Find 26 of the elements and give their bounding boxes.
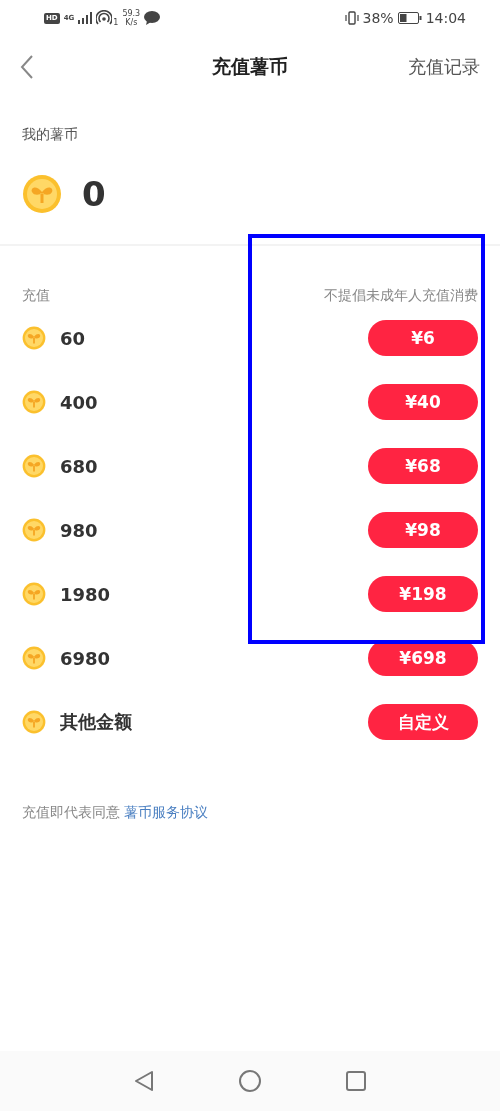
network-speed: 59.3 [122, 9, 141, 18]
hotspot-count: 1 [113, 18, 119, 27]
history-link[interactable]: 充值记录 [408, 55, 480, 79]
clock: 14:04 [425, 10, 466, 26]
coin-amount: 其他金额 [60, 710, 132, 734]
notice-text: 不提倡未成年人充值消费 [324, 287, 478, 305]
price-button[interactable]: ¥40 [368, 384, 478, 420]
balance-amount: 0 [82, 174, 106, 214]
price-button[interactable]: 自定义 [368, 704, 478, 740]
coin-amount: 60 [60, 327, 86, 349]
coin-amount: 680 [60, 455, 98, 477]
coin-amount: 980 [60, 519, 98, 541]
price-button[interactable]: ¥68 [368, 448, 478, 484]
price-button[interactable]: ¥98 [368, 512, 478, 548]
balance-label: 我的薯币 [22, 126, 79, 144]
price-button[interactable]: ¥198 [368, 576, 478, 612]
agreement-text: 充值即代表同意 薯币服务协议 [22, 804, 210, 822]
page-title: 充值薯币 [212, 54, 288, 79]
speed-unit: K/s [125, 18, 138, 27]
coin-amount: 6980 [60, 647, 111, 669]
agreement-link[interactable]: 薯币服务协议 [124, 804, 209, 820]
section-label: 充值 [22, 287, 50, 305]
battery-percent: 38% [362, 10, 394, 26]
coin-amount: 1980 [60, 583, 111, 605]
coin-amount: 400 [60, 391, 98, 413]
price-button[interactable]: ¥6 [368, 320, 478, 356]
